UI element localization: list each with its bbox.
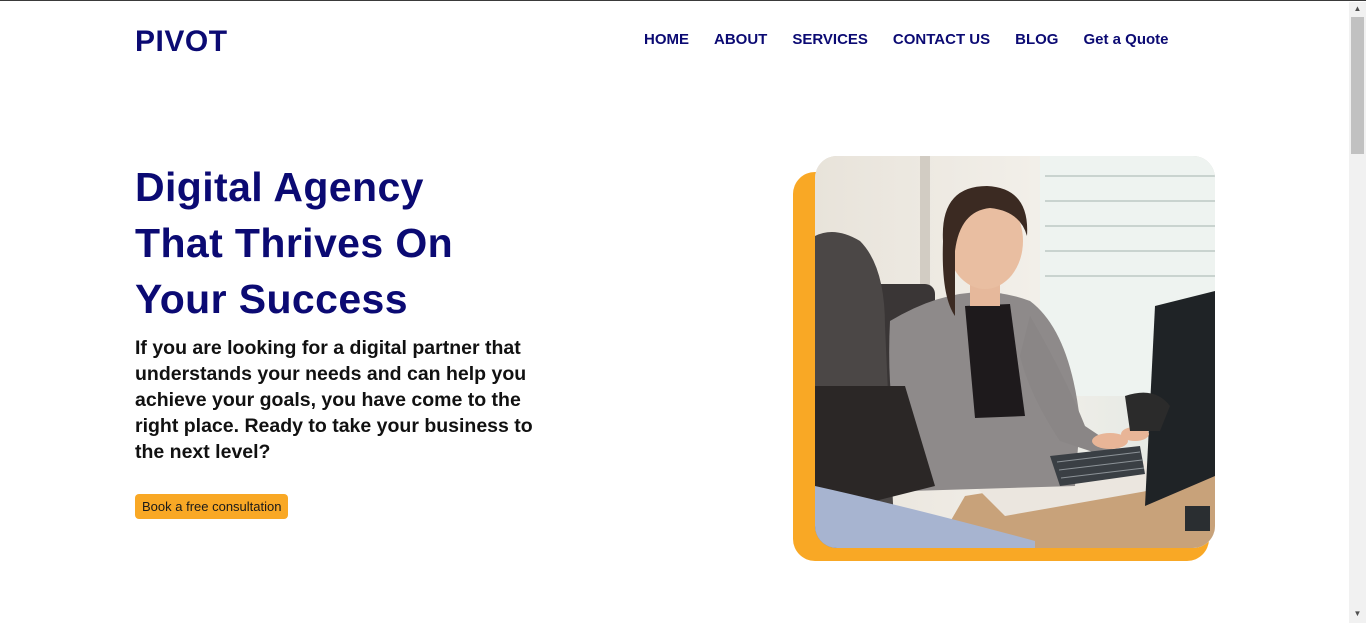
office-photo-illustration xyxy=(815,156,1215,548)
hero-image-office-workers xyxy=(815,156,1215,548)
brand-logo[interactable]: PIVOT xyxy=(135,25,228,59)
hero-title: Digital Agency That Thrives On Your Succ… xyxy=(135,159,655,327)
nav-item-contact-us[interactable]: CONTACT US xyxy=(893,31,990,48)
scrollbar-thumb[interactable] xyxy=(1351,17,1364,154)
scroll-up-arrow-icon[interactable]: ▲ xyxy=(1352,4,1363,14)
landing-page: PIVOT HOME ABOUT SERVICES CONTACT US BLO… xyxy=(0,1,1366,623)
nav-item-about[interactable]: ABOUT xyxy=(714,31,767,48)
hero-title-line-1: Digital Agency xyxy=(135,164,424,210)
nav-item-blog[interactable]: BLOG xyxy=(1015,31,1058,48)
main-nav: HOME ABOUT SERVICES CONTACT US BLOG Get … xyxy=(644,31,1169,48)
nav-item-services[interactable]: SERVICES xyxy=(792,31,868,48)
nav-item-home[interactable]: HOME xyxy=(644,31,689,48)
scroll-down-arrow-icon[interactable]: ▼ xyxy=(1352,609,1363,619)
book-consultation-button[interactable]: Book a free consultation xyxy=(135,494,289,519)
nav-item-get-a-quote[interactable]: Get a Quote xyxy=(1083,31,1168,48)
hero-description: If you are looking for a digital partner… xyxy=(135,337,533,463)
hero-title-line-2: That Thrives On xyxy=(135,220,454,266)
hero-title-line-3: Your Success xyxy=(135,276,408,322)
